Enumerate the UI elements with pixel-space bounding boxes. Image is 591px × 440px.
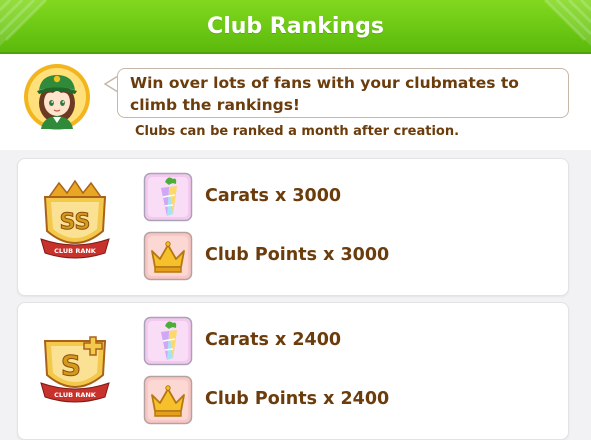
carat-icon (143, 172, 193, 222)
crown-icon (143, 231, 193, 281)
reward-label: Carats x 2400 (205, 330, 342, 350)
crown-icon (143, 375, 193, 425)
reward-label: Club Points x 2400 (205, 389, 390, 409)
badge-caption: CLUB RANK (54, 247, 97, 255)
page-title: Club Rankings (207, 13, 384, 39)
reward-item: Club Points x 3000 (143, 231, 563, 283)
reward-item: Carats x 3000 (143, 172, 563, 224)
rank-tier-ss-card: SS CLUB RANK Carats x 3000 Club Points x… (17, 158, 569, 296)
title-bar: Club Rankings (0, 0, 591, 54)
svg-text:SS: SS (60, 210, 91, 235)
reward-item: Club Points x 2400 (143, 375, 563, 427)
guide-character-avatar (24, 64, 90, 130)
ranking-note: Clubs can be ranked a month after creati… (135, 124, 460, 139)
reward-label: Club Points x 3000 (205, 245, 390, 265)
intro-message: Win over lots of fans with your clubmate… (130, 74, 519, 114)
reward-item: Carats x 2400 (143, 316, 563, 368)
badge-caption: CLUB RANK (54, 391, 97, 399)
svg-text:S: S (61, 349, 81, 382)
rank-tier-s-card: S CLUB RANK Carats x 2400 Club Points x … (17, 302, 569, 440)
club-rank-s-plus-badge-icon: S CLUB RANK (40, 336, 110, 403)
speech-bubble: Win over lots of fans with your clubmate… (117, 68, 569, 118)
carat-icon (143, 316, 193, 366)
reward-label: Carats x 3000 (205, 186, 342, 206)
club-rank-ss-badge-icon: SS CLUB RANK (40, 179, 110, 259)
